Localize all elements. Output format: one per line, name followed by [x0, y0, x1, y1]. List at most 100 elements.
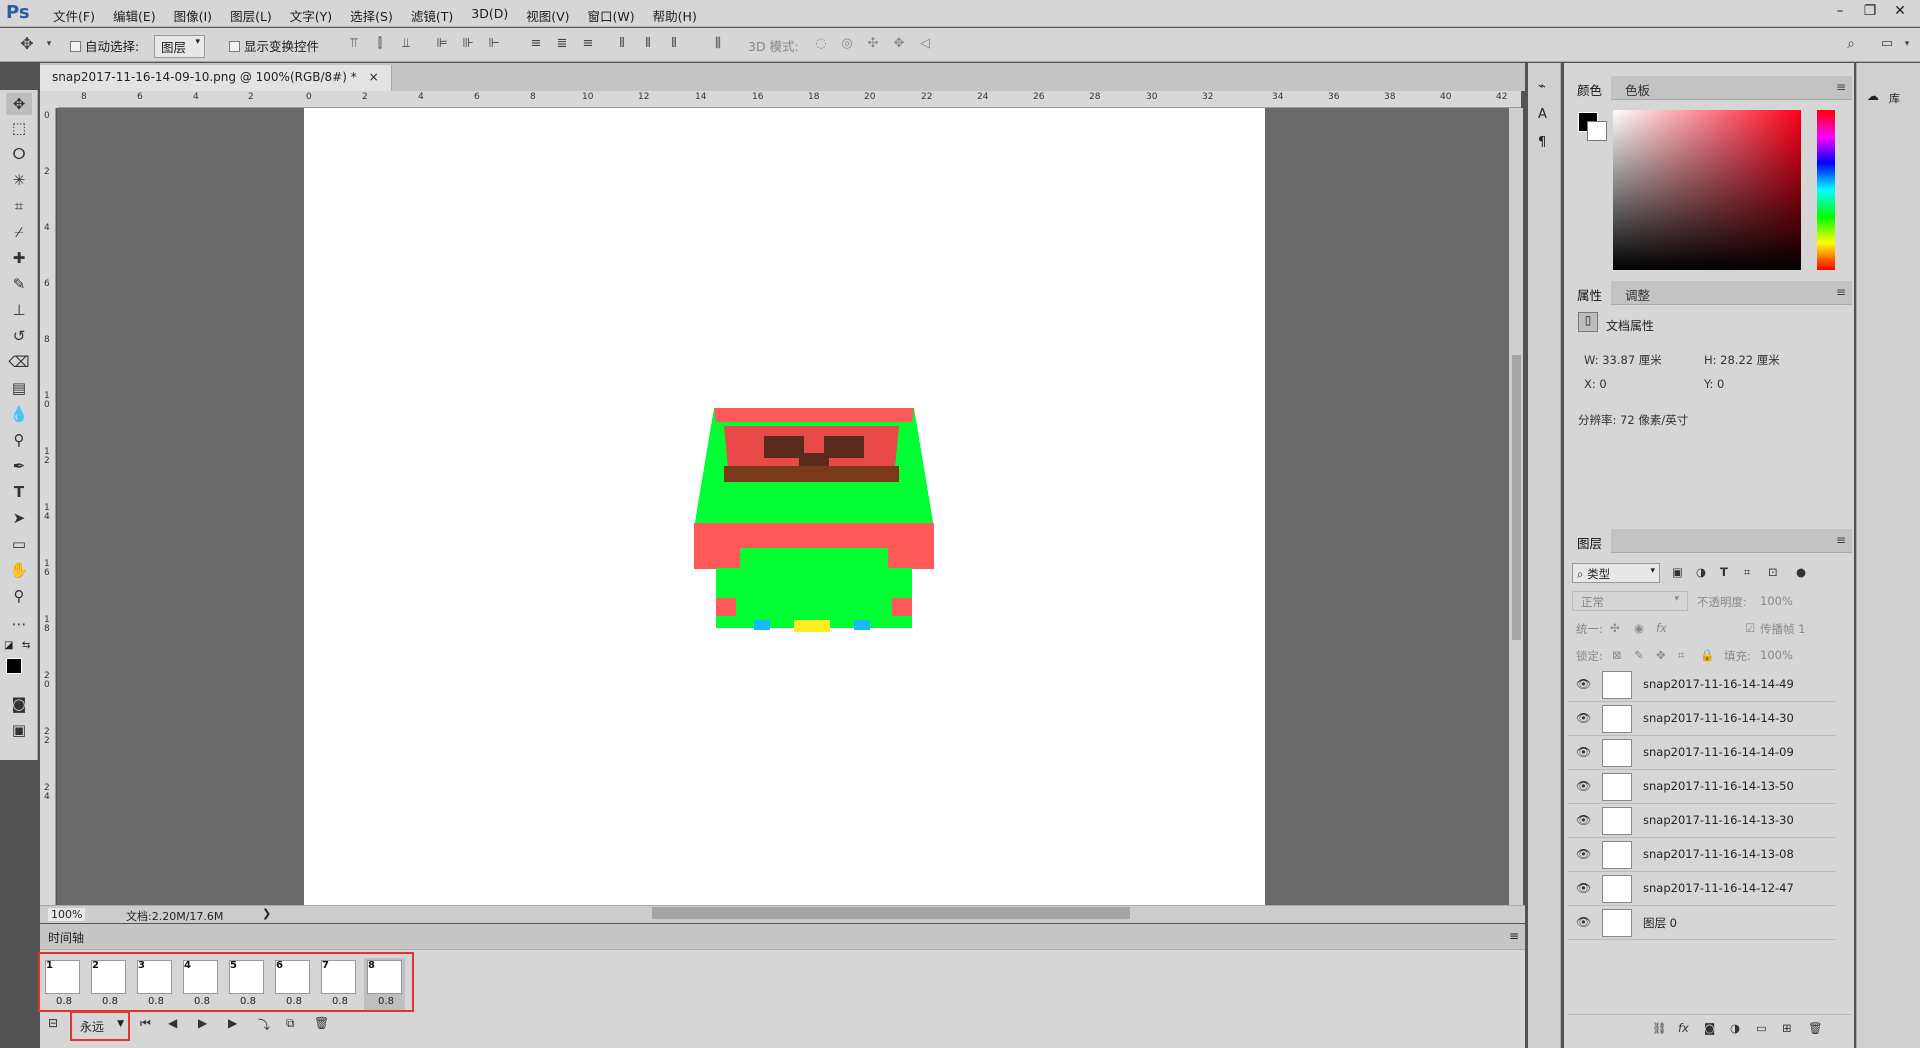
fill-value[interactable]: 100% [1760, 648, 1793, 662]
workspace-icon[interactable]: ▭ [1878, 36, 1896, 52]
magic-wand-tool-icon[interactable]: ✳ [6, 169, 32, 191]
frame-3[interactable]: 3 0.8 [134, 958, 175, 1010]
quick-mask-icon[interactable]: ◙ [6, 693, 32, 715]
eraser-tool-icon[interactable]: ⌫ [6, 351, 32, 373]
type-tool-icon[interactable]: T [6, 481, 32, 503]
layer-row[interactable]: 👁 snap2017-11-16-14-12-47 [1568, 872, 1836, 906]
workspace-chevron-icon[interactable]: ▾ [1898, 36, 1916, 52]
minimize-button[interactable]: – [1828, 2, 1852, 20]
layer-row[interactable]: 👁 snap2017-11-16-14-14-09 [1568, 736, 1836, 770]
menu-type[interactable]: 文字(Y) [281, 6, 341, 25]
new-layer-icon[interactable]: ⊞ [1782, 1021, 1792, 1035]
horizontal-scroll-thumb[interactable] [652, 907, 1130, 919]
history-brush-tool-icon[interactable]: ↺ [6, 325, 32, 347]
tab-layers[interactable]: 图层 [1568, 529, 1612, 553]
propagate-frame-checkbox[interactable]: ☑ [1745, 621, 1755, 635]
lock-image-icon[interactable]: ✎ [1634, 648, 1644, 662]
frame-7[interactable]: 7 0.8 [318, 958, 359, 1010]
visibility-eye-icon[interactable]: 👁 [1576, 677, 1591, 691]
gradient-tool-icon[interactable]: ▤ [6, 377, 32, 399]
document-tab-close-icon[interactable]: × [369, 70, 379, 84]
document-tab[interactable]: snap2017-11-16-14-09-10.png @ 100%(RGB/8… [40, 65, 392, 91]
timeline-menu-icon[interactable]: ≡ [1509, 929, 1519, 943]
layer-filter-dropdown[interactable]: ⌕ 类型 ▾ [1572, 563, 1660, 583]
layer-mask-icon[interactable]: ◙ [1704, 1021, 1715, 1035]
color-panel-menu-icon[interactable]: ≡ [1836, 80, 1846, 94]
filter-type-icon[interactable]: T [1720, 565, 1728, 579]
visibility-eye-icon[interactable]: 👁 [1576, 813, 1591, 827]
foreground-color-swatch[interactable] [6, 658, 22, 674]
vertical-scroll-thumb[interactable] [1512, 355, 1521, 640]
lock-transparent-icon[interactable]: ⊠ [1612, 648, 1622, 662]
brush-tool-icon[interactable]: ✎ [6, 273, 32, 295]
visibility-eye-icon[interactable]: 👁 [1576, 881, 1591, 895]
frame-delay[interactable]: 0.8 [277, 996, 311, 1007]
align-vcenter-icon[interactable]: ⫿ [371, 36, 389, 52]
filter-adjustment-icon[interactable]: ◑ [1696, 565, 1706, 579]
distribute-vcenter-icon[interactable]: ≣ [553, 36, 571, 52]
previous-frame-icon[interactable]: ◀ [168, 1016, 177, 1030]
height-value[interactable]: H: 28.22 厘米 [1704, 352, 1780, 368]
close-button[interactable]: ✕ [1888, 2, 1912, 20]
3d-rotate-icon[interactable]: ◌ [812, 36, 830, 52]
photoshop-logo[interactable]: Ps [6, 2, 30, 23]
status-menu-arrow-icon[interactable]: ❯ [262, 907, 271, 920]
width-value[interactable]: W: 33.87 厘米 [1584, 352, 1662, 368]
move-tool-icon[interactable]: ✥ [18, 36, 36, 52]
frame-1[interactable]: 1 0.8 [42, 958, 83, 1010]
frame-delay[interactable]: 0.8 [185, 996, 219, 1007]
menu-image[interactable]: 图像(I) [165, 6, 221, 25]
tab-properties[interactable]: 属性 [1568, 281, 1612, 305]
frame-delay[interactable]: 0.8 [231, 996, 265, 1007]
visibility-eye-icon[interactable]: 👁 [1576, 915, 1591, 929]
visibility-eye-icon[interactable]: 👁 [1576, 779, 1591, 793]
show-transform-checkbox[interactable]: 显示变换控件 [229, 36, 319, 55]
distribute-left-icon[interactable]: ⦀ [613, 36, 631, 52]
hue-slider[interactable] [1817, 110, 1835, 270]
first-frame-icon[interactable]: ⏮ [140, 1016, 151, 1031]
visibility-eye-icon[interactable]: 👁 [1576, 847, 1591, 861]
3d-scale-icon[interactable]: ◁ [916, 36, 934, 52]
align-right-icon[interactable]: ⊩ [485, 36, 503, 52]
rectangle-tool-icon[interactable]: ▭ [6, 533, 32, 555]
menu-filter[interactable]: 滤镜(T) [402, 6, 462, 25]
zoom-level[interactable]: 100% [48, 908, 86, 921]
zoom-tool-icon[interactable]: ⚲ [6, 585, 32, 607]
frame-delay[interactable]: 0.8 [47, 996, 81, 1007]
restore-button[interactable]: ❐ [1858, 2, 1882, 20]
3d-pan-icon[interactable]: ✣ [864, 36, 882, 52]
auto-select-checkbox[interactable]: 自动选择: [70, 36, 139, 55]
adjustment-layer-icon[interactable]: ◑ [1730, 1021, 1740, 1035]
more-tools-icon[interactable]: ⋯ [6, 613, 32, 635]
layers-menu-icon[interactable]: ≡ [1836, 533, 1846, 547]
visibility-eye-icon[interactable]: 👁 [1576, 711, 1591, 725]
menu-file[interactable]: 文件(F) [44, 6, 104, 25]
dodge-tool-icon[interactable]: ⚲ [6, 429, 32, 451]
menu-layer[interactable]: 图层(L) [221, 6, 281, 25]
healing-brush-tool-icon[interactable]: ✚ [6, 247, 32, 269]
auto-align-icon[interactable]: ⫼ [709, 36, 727, 52]
lasso-tool-icon[interactable]: ⵔ [6, 143, 32, 165]
tab-color[interactable]: 颜色 [1568, 76, 1612, 100]
layer-row[interactable]: 👁 snap2017-11-16-14-13-50 [1568, 770, 1836, 804]
document-canvas[interactable] [304, 108, 1265, 905]
menu-select[interactable]: 选择(S) [341, 6, 402, 25]
frame-4[interactable]: 4 0.8 [180, 958, 221, 1010]
distribute-top-icon[interactable]: ≡ [527, 36, 545, 52]
filter-pixel-icon[interactable]: ▣ [1672, 565, 1683, 579]
frame-6[interactable]: 6 0.8 [272, 958, 313, 1010]
libraries-label[interactable]: 库 [1889, 90, 1900, 106]
history-icon[interactable]: ⌁ [1538, 79, 1546, 94]
lock-all-icon[interactable]: 🔒 [1700, 648, 1714, 662]
character-icon[interactable]: A [1538, 107, 1547, 122]
filter-smart-object-icon[interactable]: ⊡ [1768, 565, 1778, 579]
delete-layer-icon[interactable]: 🗑 [1808, 1021, 1823, 1035]
default-colors-icon[interactable]: ◪ [4, 640, 13, 651]
next-frame-icon[interactable]: ▶ [228, 1016, 237, 1030]
layer-row[interactable]: 👁 图层 0 [1568, 906, 1836, 940]
align-left-icon[interactable]: ⊫ [433, 36, 451, 52]
frame-delay[interactable]: 0.8 [323, 996, 357, 1007]
tab-adjustments[interactable]: 调整 [1616, 281, 1659, 305]
distribute-hcenter-icon[interactable]: ⦀ [639, 36, 657, 52]
eyedropper-tool-icon[interactable]: ⌿ [6, 221, 32, 243]
